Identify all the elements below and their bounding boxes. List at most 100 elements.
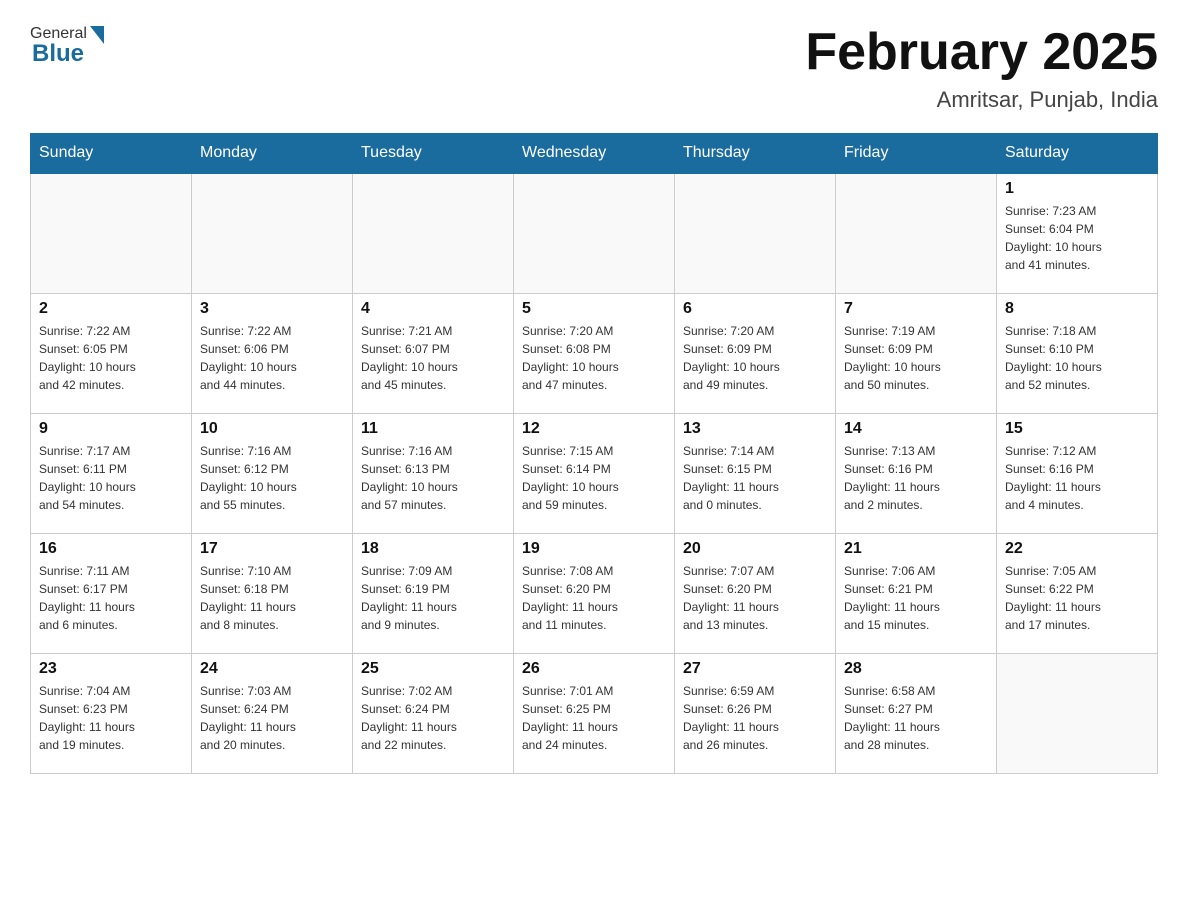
day-cell [192, 173, 353, 293]
day-info: Sunrise: 7:13 AM Sunset: 6:16 PM Dayligh… [844, 442, 988, 514]
day-info: Sunrise: 7:16 AM Sunset: 6:13 PM Dayligh… [361, 442, 505, 514]
day-cell: 1 Sunrise: 7:23 AM Sunset: 6:04 PM Daylig… [997, 173, 1158, 293]
day-info: Sunrise: 7:16 AM Sunset: 6:12 PM Dayligh… [200, 442, 344, 514]
day-info: Sunrise: 7:11 AM Sunset: 6:17 PM Dayligh… [39, 562, 183, 634]
day-info: Sunrise: 7:15 AM Sunset: 6:14 PM Dayligh… [522, 442, 666, 514]
day-cell [353, 173, 514, 293]
page-header: General Blue February 2025 Amritsar, Pun… [30, 24, 1158, 113]
day-cell: 13 Sunrise: 7:14 AM Sunset: 6:15 PM Dayli… [675, 413, 836, 533]
day-cell: 8 Sunrise: 7:18 AM Sunset: 6:10 PM Daylig… [997, 293, 1158, 413]
day-number: 27 [683, 660, 827, 678]
day-number: 26 [522, 660, 666, 678]
day-cell: 20 Sunrise: 7:07 AM Sunset: 6:20 PM Dayli… [675, 533, 836, 653]
day-cell: 2 Sunrise: 7:22 AM Sunset: 6:05 PM Daylig… [31, 293, 192, 413]
day-header-saturday: Saturday [997, 134, 1158, 174]
day-cell [514, 173, 675, 293]
day-info: Sunrise: 7:18 AM Sunset: 6:10 PM Dayligh… [1005, 322, 1149, 394]
day-number: 4 [361, 300, 505, 318]
day-number: 5 [522, 300, 666, 318]
day-info: Sunrise: 7:07 AM Sunset: 6:20 PM Dayligh… [683, 562, 827, 634]
day-cell [31, 173, 192, 293]
days-row: SundayMondayTuesdayWednesdayThursdayFrid… [31, 134, 1158, 174]
day-cell [675, 173, 836, 293]
day-number: 2 [39, 300, 183, 318]
day-header-wednesday: Wednesday [514, 134, 675, 174]
day-cell: 9 Sunrise: 7:17 AM Sunset: 6:11 PM Daylig… [31, 413, 192, 533]
day-cell: 26 Sunrise: 7:01 AM Sunset: 6:25 PM Dayli… [514, 653, 675, 773]
day-info: Sunrise: 7:08 AM Sunset: 6:20 PM Dayligh… [522, 562, 666, 634]
day-number: 22 [1005, 540, 1149, 558]
day-cell: 10Sunrise: 7:16 AM Sunset: 6:12 PM Dayli… [192, 413, 353, 533]
calendar-body: 1 Sunrise: 7:23 AM Sunset: 6:04 PM Daylig… [31, 173, 1158, 773]
day-cell [997, 653, 1158, 773]
calendar-header: SundayMondayTuesdayWednesdayThursdayFrid… [31, 134, 1158, 174]
day-cell: 14Sunrise: 7:13 AM Sunset: 6:16 PM Dayli… [836, 413, 997, 533]
week-row-2: 9 Sunrise: 7:17 AM Sunset: 6:11 PM Daylig… [31, 413, 1158, 533]
week-row-0: 1 Sunrise: 7:23 AM Sunset: 6:04 PM Daylig… [31, 173, 1158, 293]
day-number: 16 [39, 540, 183, 558]
day-number: 17 [200, 540, 344, 558]
day-number: 13 [683, 420, 827, 438]
day-cell: 17 Sunrise: 7:10 AM Sunset: 6:18 PM Dayli… [192, 533, 353, 653]
day-cell: 23 Sunrise: 7:04 AM Sunset: 6:23 PM Dayli… [31, 653, 192, 773]
day-info: Sunrise: 7:20 AM Sunset: 6:09 PM Dayligh… [683, 322, 827, 394]
day-cell: 22 Sunrise: 7:05 AM Sunset: 6:22 PM Dayli… [997, 533, 1158, 653]
day-cell: 4 Sunrise: 7:21 AM Sunset: 6:07 PM Daylig… [353, 293, 514, 413]
day-cell: 16 Sunrise: 7:11 AM Sunset: 6:17 PM Dayli… [31, 533, 192, 653]
day-info: Sunrise: 7:22 AM Sunset: 6:06 PM Dayligh… [200, 322, 344, 394]
day-info: Sunrise: 7:23 AM Sunset: 6:04 PM Dayligh… [1005, 202, 1149, 274]
day-number: 15 [1005, 420, 1149, 438]
day-info: Sunrise: 7:09 AM Sunset: 6:19 PM Dayligh… [361, 562, 505, 634]
day-cell: 5Sunrise: 7:20 AM Sunset: 6:08 PM Daylig… [514, 293, 675, 413]
day-number: 1 [1005, 180, 1149, 198]
day-cell: 28 Sunrise: 6:58 AM Sunset: 6:27 PM Dayli… [836, 653, 997, 773]
day-number: 8 [1005, 300, 1149, 318]
title-section: February 2025 Amritsar, Punjab, India [805, 24, 1158, 113]
day-info: Sunrise: 7:19 AM Sunset: 6:09 PM Dayligh… [844, 322, 988, 394]
day-cell: 6 Sunrise: 7:20 AM Sunset: 6:09 PM Daylig… [675, 293, 836, 413]
day-info: Sunrise: 7:10 AM Sunset: 6:18 PM Dayligh… [200, 562, 344, 634]
day-cell: 18 Sunrise: 7:09 AM Sunset: 6:19 PM Dayli… [353, 533, 514, 653]
week-row-1: 2 Sunrise: 7:22 AM Sunset: 6:05 PM Daylig… [31, 293, 1158, 413]
day-number: 3 [200, 300, 344, 318]
day-number: 7 [844, 300, 988, 318]
day-number: 23 [39, 660, 183, 678]
day-info: Sunrise: 7:02 AM Sunset: 6:24 PM Dayligh… [361, 682, 505, 754]
day-number: 19 [522, 540, 666, 558]
day-info: Sunrise: 7:06 AM Sunset: 6:21 PM Dayligh… [844, 562, 988, 634]
day-number: 28 [844, 660, 988, 678]
day-number: 9 [39, 420, 183, 438]
day-cell: 27 Sunrise: 6:59 AM Sunset: 6:26 PM Dayli… [675, 653, 836, 773]
day-header-thursday: Thursday [675, 134, 836, 174]
day-number: 25 [361, 660, 505, 678]
day-cell: 21Sunrise: 7:06 AM Sunset: 6:21 PM Dayli… [836, 533, 997, 653]
day-info: Sunrise: 7:17 AM Sunset: 6:11 PM Dayligh… [39, 442, 183, 514]
day-number: 24 [200, 660, 344, 678]
day-info: Sunrise: 7:14 AM Sunset: 6:15 PM Dayligh… [683, 442, 827, 514]
day-number: 18 [361, 540, 505, 558]
day-cell: 24Sunrise: 7:03 AM Sunset: 6:24 PM Dayli… [192, 653, 353, 773]
day-info: Sunrise: 7:21 AM Sunset: 6:07 PM Dayligh… [361, 322, 505, 394]
day-cell: 25 Sunrise: 7:02 AM Sunset: 6:24 PM Dayli… [353, 653, 514, 773]
day-cell [836, 173, 997, 293]
day-info: Sunrise: 7:04 AM Sunset: 6:23 PM Dayligh… [39, 682, 183, 754]
day-header-friday: Friday [836, 134, 997, 174]
day-number: 12 [522, 420, 666, 438]
day-info: Sunrise: 7:22 AM Sunset: 6:05 PM Dayligh… [39, 322, 183, 394]
day-header-sunday: Sunday [31, 134, 192, 174]
calendar-title: February 2025 [805, 24, 1158, 81]
day-cell: 7 Sunrise: 7:19 AM Sunset: 6:09 PM Daylig… [836, 293, 997, 413]
day-info: Sunrise: 7:01 AM Sunset: 6:25 PM Dayligh… [522, 682, 666, 754]
calendar-subtitle: Amritsar, Punjab, India [805, 87, 1158, 113]
logo-arrow-icon [90, 26, 104, 44]
calendar-table: SundayMondayTuesdayWednesdayThursdayFrid… [30, 133, 1158, 774]
logo: General Blue [30, 24, 104, 68]
day-number: 6 [683, 300, 827, 318]
day-header-monday: Monday [192, 134, 353, 174]
day-cell: 11 Sunrise: 7:16 AM Sunset: 6:13 PM Dayli… [353, 413, 514, 533]
day-number: 11 [361, 420, 505, 438]
day-info: Sunrise: 7:05 AM Sunset: 6:22 PM Dayligh… [1005, 562, 1149, 634]
day-info: Sunrise: 6:58 AM Sunset: 6:27 PM Dayligh… [844, 682, 988, 754]
day-info: Sunrise: 6:59 AM Sunset: 6:26 PM Dayligh… [683, 682, 827, 754]
day-number: 20 [683, 540, 827, 558]
